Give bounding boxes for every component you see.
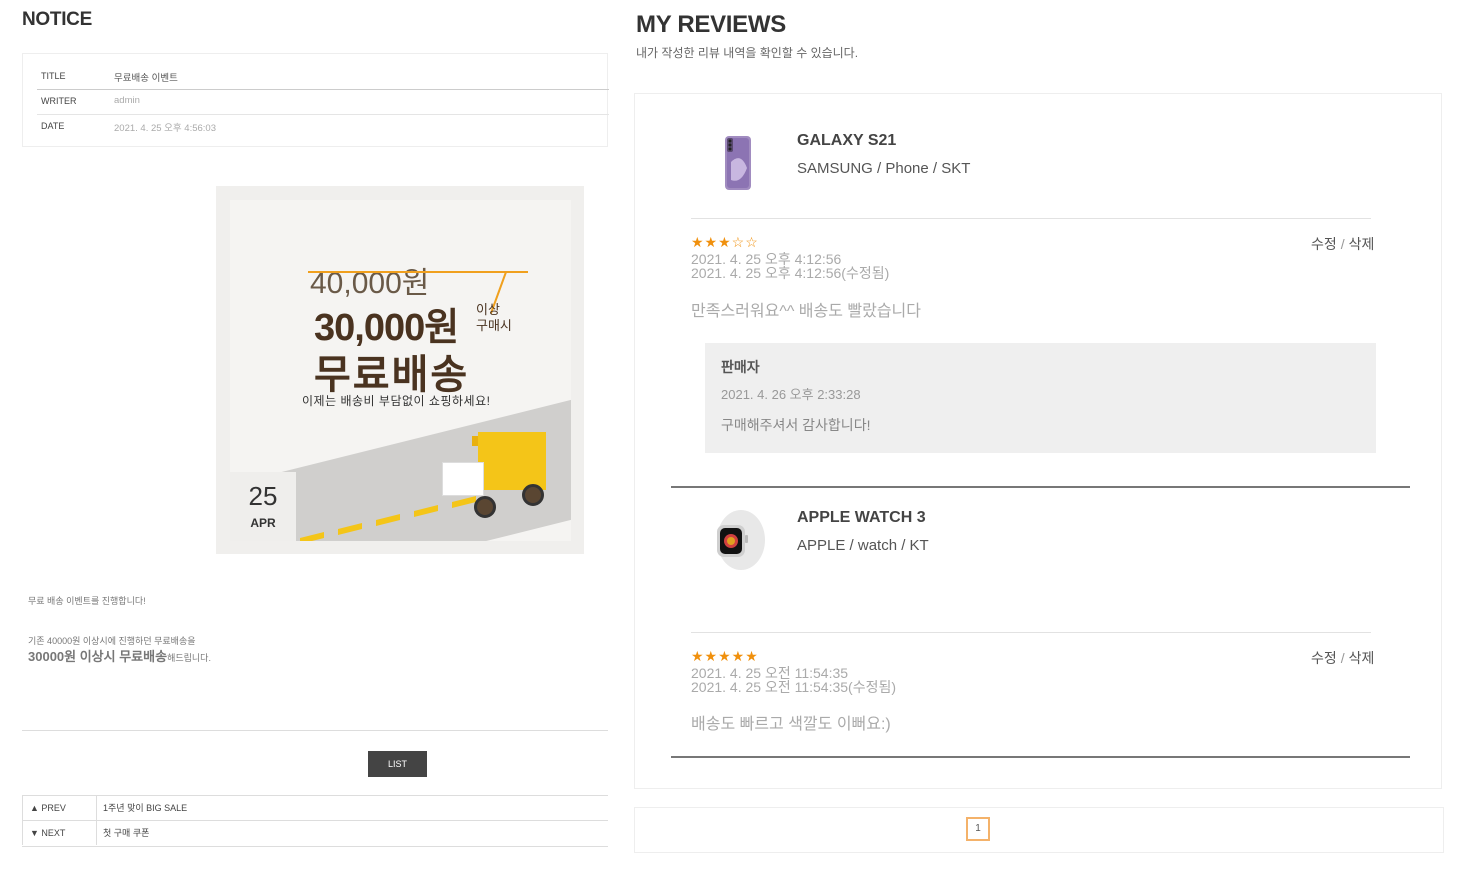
banner-side-2: 구매시 [476, 318, 512, 333]
strike-line [308, 271, 528, 273]
product-meta: SAMSUNG / Phone / SKT [797, 160, 971, 177]
info-row-title: TITLE 무료배송 이벤트 [37, 64, 609, 90]
event-banner-image: 40,000원 30,000원 이상 구매시 무료배송 이제는 배송비 부담없이… [216, 186, 584, 554]
review-edited-date: 2021. 4. 25 오전 11:54:35(수정됨) [691, 679, 897, 695]
rating-stars: ★★★☆☆ [691, 234, 759, 250]
pagination: 1 [634, 807, 1444, 853]
info-value: 무료배송 이벤트 [114, 73, 178, 84]
notice-content-line: 무료 배송 이벤트를 진행합니다! [28, 596, 146, 606]
review-list: GALAXY S21 SAMSUNG / Phone / SKT ★★★☆☆ 수… [634, 93, 1442, 789]
seller-reply: 판매자 2021. 4. 26 오후 2:33:28 구매해주셔서 감사합니다! [705, 343, 1376, 453]
truck-cab [442, 462, 484, 496]
banner-subline: 이제는 배송비 부담없이 쇼핑하세요! [302, 394, 491, 408]
banner-date-badge: 25 APR [230, 472, 296, 541]
notice-content-bold: 30000원 이상시 무료배송 [28, 649, 168, 664]
review-date: 2021. 4. 25 오전 11:54:35 [691, 665, 849, 681]
info-key: TITLE [41, 71, 66, 81]
review-edited-date: 2021. 4. 25 오후 4:12:56(수정됨) [691, 265, 890, 281]
prev-next-table: ▲ PREV 1주년 맞이 BIG SALE ▼ NEXT 첫 구매 쿠폰 [22, 795, 608, 847]
edit-link[interactable]: 수정 [1311, 650, 1337, 666]
banner-day: 25 [248, 481, 278, 511]
notice-heading: NOTICE [22, 9, 92, 30]
banner-side-1: 이상 [476, 302, 500, 317]
truck-cargo [478, 432, 546, 490]
page-number-current[interactable]: 1 [966, 817, 990, 841]
truck-wheel [522, 484, 544, 506]
notice-content-tail: 해드립니다. [167, 653, 211, 663]
notice-content-line: 30000원 이상시 무료배송해드립니다. [28, 646, 211, 665]
prev-label: ▲ PREV [22, 796, 97, 820]
next-label: ▼ NEXT [22, 821, 97, 845]
rating-stars: ★★★★★ [691, 648, 759, 664]
divider [691, 218, 1371, 219]
info-row-date: DATE 2021. 4. 25 오후 4:56:03 [37, 114, 609, 139]
action-separator: / [1340, 650, 1345, 666]
prev-row[interactable]: ▲ PREV 1주년 맞이 BIG SALE [22, 796, 608, 821]
delete-link[interactable]: 삭제 [1349, 236, 1375, 252]
review-text: 배송도 빠르고 색깔도 이뻐요:) [691, 716, 891, 733]
list-button[interactable]: LIST [368, 751, 427, 777]
reviews-panel: MY REVIEWS 내가 작성한 리뷰 내역을 확인할 수 있습니다. GAL… [634, 0, 1446, 873]
notice-info-table: TITLE 무료배송 이벤트 WRITER admin DATE 2021. 4… [22, 53, 609, 147]
review-separator [671, 486, 1410, 488]
info-key: WRITER [41, 96, 77, 106]
edit-link[interactable]: 수정 [1311, 236, 1337, 252]
info-value: admin [114, 95, 140, 106]
review-actions: 수정 / 삭제 [1311, 648, 1374, 668]
reply-date: 2021. 4. 26 오후 2:33:28 [721, 387, 861, 402]
divider [691, 632, 1371, 633]
reviews-subtitle: 내가 작성한 리뷰 내역을 확인할 수 있습니다. [636, 46, 859, 60]
reviews-heading: MY REVIEWS [636, 11, 786, 38]
info-value: 2021. 4. 25 오후 4:56:03 [114, 123, 216, 134]
product-name[interactable]: GALAXY S21 [797, 132, 896, 150]
product-meta: APPLE / watch / KT [797, 537, 929, 554]
banner-month: APR [250, 516, 276, 530]
review-text: 만족스러워요^^ 배송도 빨랐습니다 [691, 303, 921, 320]
review-separator [671, 756, 1410, 758]
divider [22, 730, 608, 731]
info-row-writer: WRITER admin [37, 89, 609, 115]
delete-link[interactable]: 삭제 [1349, 650, 1375, 666]
truck-wheel [474, 496, 496, 518]
next-row[interactable]: ▼ NEXT 첫 구매 쿠폰 [22, 821, 608, 845]
product-name[interactable]: APPLE WATCH 3 [797, 509, 926, 527]
action-separator: / [1340, 236, 1345, 252]
banner-canvas: 40,000원 30,000원 이상 구매시 무료배송 이제는 배송비 부담없이… [230, 200, 571, 541]
apple-watch-image[interactable] [711, 509, 765, 571]
review-date: 2021. 4. 25 오후 4:12:56 [691, 251, 842, 267]
reply-text: 구매해주셔서 감사합니다! [721, 417, 871, 433]
prev-title-link[interactable]: 1주년 맞이 BIG SALE [103, 796, 187, 820]
next-title-link[interactable]: 첫 구매 쿠폰 [103, 821, 149, 845]
reply-author: 판매자 [721, 359, 760, 375]
info-key: DATE [41, 121, 65, 131]
review-actions: 수정 / 삭제 [1311, 234, 1374, 254]
notice-panel: NOTICE TITLE 무료배송 이벤트 WRITER admin DATE … [22, 0, 610, 873]
galaxy-phone-image[interactable] [711, 132, 765, 194]
banner-price-side: 이상 구매시 [476, 302, 512, 334]
